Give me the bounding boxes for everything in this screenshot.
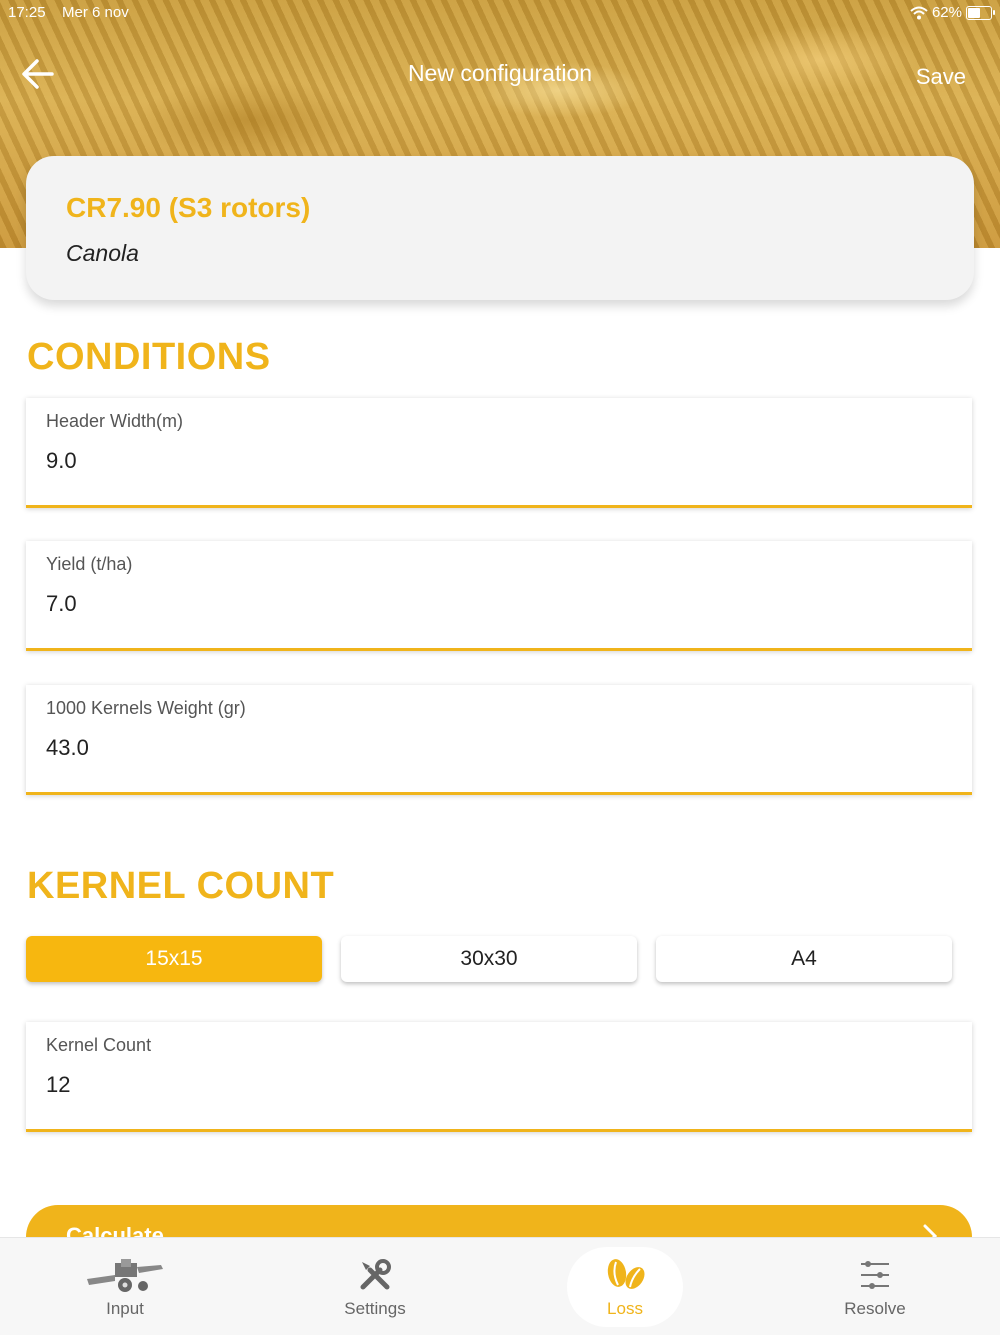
crop-name: Canola bbox=[66, 240, 139, 266]
tab-input[interactable]: Input bbox=[0, 1237, 250, 1334]
segment-30x30[interactable]: 30x30 bbox=[341, 936, 637, 982]
conditions-title: CONDITIONS bbox=[27, 336, 271, 378]
kernel-count-title: KERNEL COUNT bbox=[27, 865, 335, 907]
tab-resolve[interactable]: Resolve bbox=[750, 1237, 1000, 1334]
status-bar: 17:25 Mer 6 nov 62% bbox=[0, 0, 1000, 26]
tab-label: Resolve bbox=[844, 1299, 906, 1318]
field-label: 1000 Kernels Weight (gr) bbox=[46, 698, 246, 718]
machine-card[interactable]: CR7.90 (S3 rotors) Canola bbox=[26, 156, 974, 300]
battery-percent: 62% bbox=[931, 4, 962, 21]
field-label: Yield (t/ha) bbox=[46, 554, 133, 574]
field-value[interactable]: 7.0 bbox=[46, 591, 77, 617]
segment-15x15[interactable]: 15x15 bbox=[26, 936, 322, 982]
tools-icon bbox=[250, 1255, 500, 1295]
field-label: Kernel Count bbox=[46, 1035, 152, 1055]
machine-name: CR7.90 (S3 rotors) bbox=[66, 192, 311, 223]
status-time: 17:25 bbox=[8, 4, 46, 21]
kernel-count-field[interactable]: Kernel Count 12 bbox=[26, 1022, 972, 1132]
battery-icon bbox=[966, 5, 995, 20]
field-value[interactable]: 9.0 bbox=[46, 448, 77, 474]
tab-settings[interactable]: Settings bbox=[250, 1237, 500, 1334]
wifi-icon bbox=[910, 6, 928, 19]
tab-label: Settings bbox=[344, 1299, 406, 1318]
tab-loss[interactable]: Loss bbox=[500, 1237, 750, 1334]
combine-harvester-icon bbox=[0, 1255, 250, 1295]
field-value[interactable]: 43.0 bbox=[46, 735, 89, 761]
status-date: Mer 6 nov bbox=[62, 4, 129, 21]
yield-field[interactable]: Yield (t/ha) 7.0 bbox=[26, 541, 972, 651]
tab-label: Input bbox=[106, 1299, 144, 1318]
field-value[interactable]: 12 bbox=[46, 1072, 70, 1098]
battery-level bbox=[968, 7, 981, 18]
header-width-field[interactable]: Header Width(m) 9.0 bbox=[26, 398, 972, 508]
status-right: 62% bbox=[910, 4, 995, 21]
kernels-weight-field[interactable]: 1000 Kernels Weight (gr) 43.0 bbox=[26, 685, 972, 795]
segment-a4[interactable]: A4 bbox=[656, 936, 952, 982]
sliders-icon bbox=[750, 1255, 1000, 1295]
grain-icon bbox=[500, 1255, 750, 1295]
tab-label: Loss bbox=[607, 1299, 643, 1318]
save-button[interactable]: Save bbox=[916, 64, 966, 90]
page-title: New configuration bbox=[407, 60, 593, 86]
field-label: Header Width(m) bbox=[46, 411, 184, 431]
